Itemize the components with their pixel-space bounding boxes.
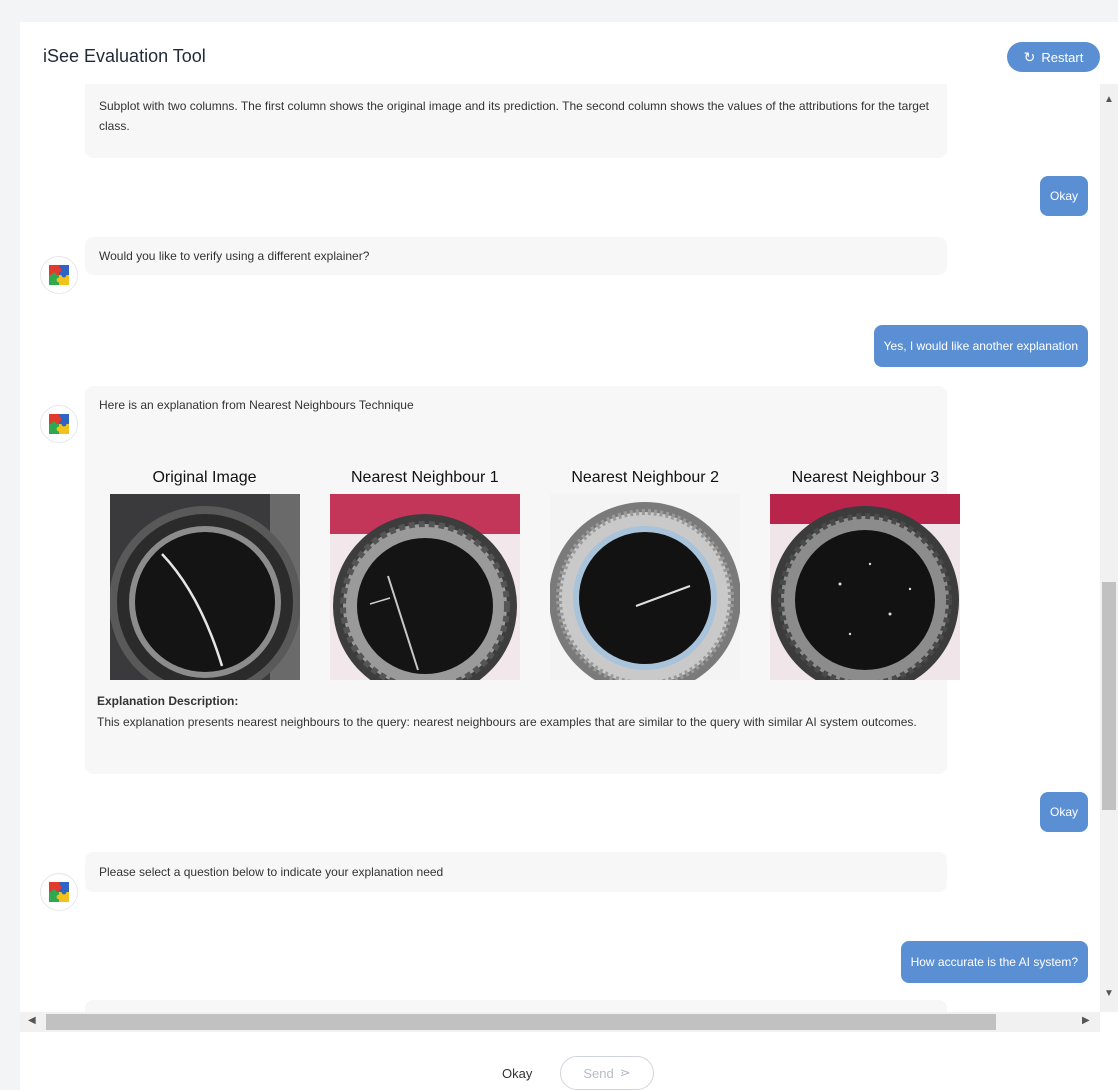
bot-message: Subplot with two columns. The first colu… [85, 84, 947, 158]
bot-avatar [40, 256, 78, 294]
user-message-text: How accurate is the AI system? [910, 955, 1078, 969]
send-label: Send [583, 1065, 614, 1081]
horizontal-scroll-thumb[interactable] [46, 1014, 996, 1030]
restart-label: Restart [1041, 49, 1084, 65]
nearest-neighbours-figure: Original Image Nearest Neighbour 1 Neare… [97, 462, 973, 682]
refresh-icon: ↻ [1023, 49, 1036, 65]
vertical-scroll-thumb[interactable] [1102, 582, 1116, 810]
bot-message-text: Here is an explanation from Nearest Neig… [99, 398, 414, 412]
puzzle-logo-icon [49, 882, 69, 902]
bot-message-text: Subplot with two columns. The first colu… [99, 99, 929, 133]
nearest-neighbour-1-panel: Nearest Neighbour 1 [317, 462, 532, 682]
bot-message-explanation: Here is an explanation from Nearest Neig… [85, 386, 961, 774]
restart-button[interactable]: ↻ Restart [1007, 42, 1100, 72]
user-message: How accurate is the AI system? [900, 941, 1088, 983]
nearest-neighbour-3-panel: Nearest Neighbour 3 [758, 462, 973, 682]
user-message: Yes, I would like another explanation [873, 325, 1088, 367]
bot-message-text: Please select a question below to indica… [99, 865, 444, 879]
panel-title: Nearest Neighbour 3 [791, 469, 940, 486]
horizontal-scrollbar[interactable]: ◀ ▶ [20, 1012, 1100, 1032]
scroll-down-arrow-icon[interactable]: ▼ [1104, 988, 1114, 999]
puzzle-logo-icon [49, 265, 69, 285]
send-arrow-icon: ⋗ [619, 1065, 631, 1080]
user-message-text: Yes, I would like another explanation [883, 339, 1078, 353]
explanation-description-text: This explanation presents nearest neighb… [97, 715, 917, 729]
quick-reply-okay[interactable]: Okay [502, 1066, 532, 1081]
panel-title: Nearest Neighbour 2 [571, 469, 719, 486]
app-title: iSee Evaluation Tool [43, 46, 206, 66]
nearest-neighbour-2-panel: Nearest Neighbour 2 [538, 462, 753, 682]
original-image [109, 494, 300, 680]
bot-message: Please select a question below to indica… [85, 852, 947, 892]
scroll-right-arrow-icon[interactable]: ▶ [1082, 1015, 1090, 1026]
scroll-left-arrow-icon[interactable]: ◀ [28, 1015, 36, 1026]
scroll-up-arrow-icon[interactable]: ▲ [1104, 94, 1114, 105]
bot-message-text: Would you like to verify using a differe… [99, 249, 370, 263]
panel-title: Original Image [152, 469, 257, 486]
original-image-panel: Original Image [97, 462, 312, 682]
nearest-neighbour-1-image [329, 494, 520, 680]
bot-avatar [40, 405, 78, 443]
chat-log[interactable]: Subplot with two columns. The first colu… [20, 84, 1098, 1012]
puzzle-logo-icon [49, 414, 69, 434]
user-message-text: Okay [1049, 189, 1078, 203]
send-button[interactable]: Send ⋗ [560, 1056, 654, 1090]
bot-avatar [40, 873, 78, 911]
user-message-text: Okay [1049, 805, 1078, 819]
user-message: Okay [1039, 176, 1088, 216]
bot-message [85, 1000, 947, 1012]
nearest-neighbour-2-image [550, 494, 741, 680]
user-message: Okay [1039, 792, 1088, 832]
nearest-neighbour-3-image [770, 494, 961, 680]
bot-message: Would you like to verify using a differe… [85, 237, 947, 275]
vertical-scrollbar[interactable]: ▲ ▼ [1100, 84, 1118, 1012]
explanation-description-heading: Explanation Description: [97, 694, 239, 708]
panel-title: Nearest Neighbour 1 [351, 469, 499, 486]
